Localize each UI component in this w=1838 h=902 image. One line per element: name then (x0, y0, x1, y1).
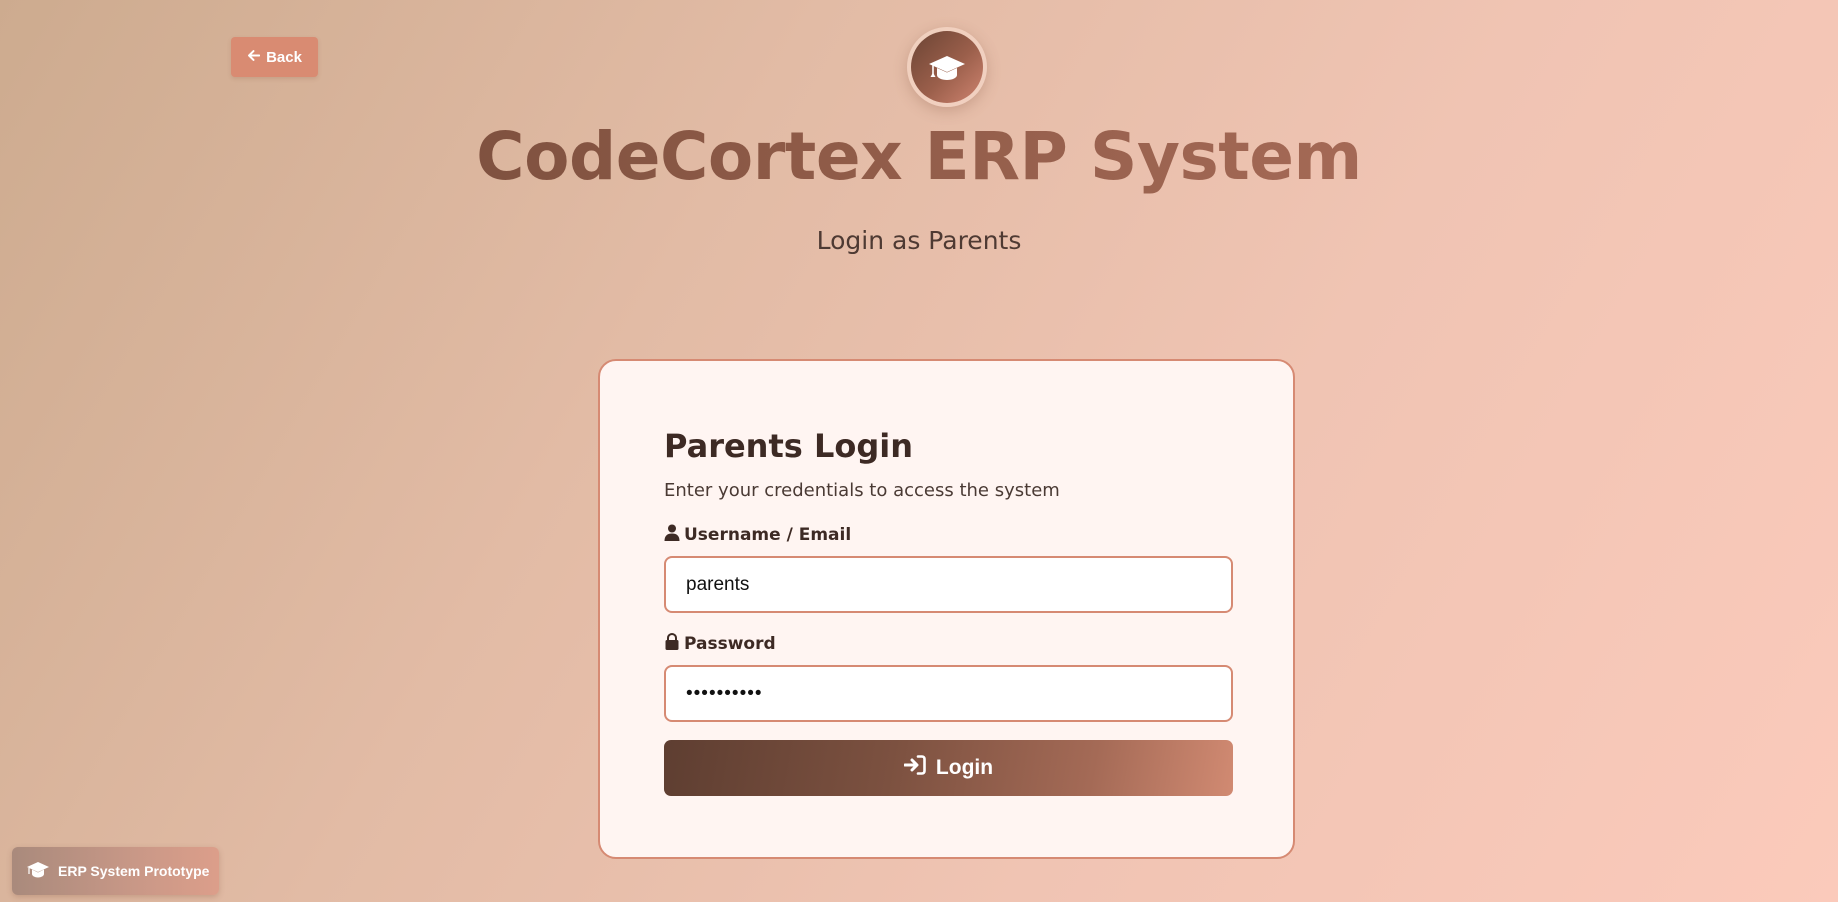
username-label: Username / Email (664, 524, 851, 546)
sign-in-icon (903, 754, 926, 782)
prototype-badge-label: ERP System Prototype (58, 863, 210, 879)
login-card: Parents Login Enter your credentials to … (598, 359, 1295, 859)
back-button[interactable]: Back (231, 37, 318, 77)
arrow-left-icon (247, 49, 261, 66)
login-card-title: Parents Login (664, 427, 913, 465)
login-card-description: Enter your credentials to access the sys… (664, 480, 1060, 501)
page-subtitle: Login as Parents (816, 226, 1022, 255)
username-input[interactable] (664, 556, 1233, 613)
back-button-label: Back (266, 48, 302, 66)
lock-icon (664, 632, 680, 655)
username-label-text: Username / Email (684, 525, 852, 545)
user-icon (664, 524, 680, 546)
graduation-cap-icon (911, 31, 983, 103)
password-label: Password (664, 632, 776, 655)
login-button-label: Login (935, 756, 994, 779)
graduation-cap-icon (26, 860, 50, 883)
password-input[interactable] (664, 665, 1233, 722)
login-button[interactable]: Login (664, 740, 1233, 796)
password-label-text: Password (684, 634, 776, 654)
prototype-badge: ERP System Prototype (12, 847, 219, 895)
logo (907, 27, 987, 107)
page-title: CodeCortex ERP System (0, 118, 1838, 195)
